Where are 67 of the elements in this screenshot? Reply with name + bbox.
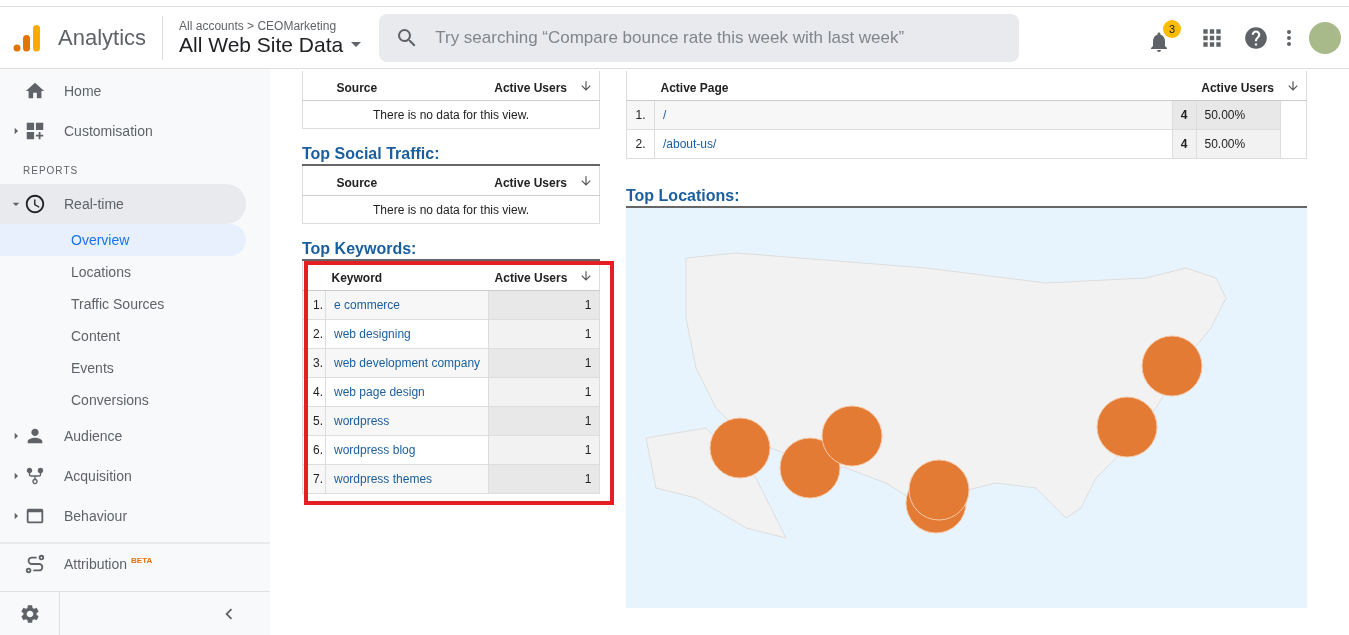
nav-item[interactable]: Audience [0, 416, 246, 456]
page-cell[interactable]: / [654, 100, 1172, 130]
column-header[interactable]: Active Users [423, 166, 573, 196]
dropdown-icon [351, 42, 362, 47]
keyword-cell[interactable]: wordpress blog [325, 435, 489, 465]
nav-subitem[interactable]: Locations [0, 256, 246, 288]
share-cell: 50.00% [1196, 100, 1280, 130]
property-selector[interactable]: All Web Site Data [179, 32, 362, 57]
settings-icon[interactable] [18, 602, 41, 625]
users-cell: 1 [488, 406, 600, 436]
nav-subitem[interactable]: Overview [0, 224, 246, 256]
users-cell: 1 [488, 290, 600, 320]
users-cell: 1 [488, 319, 600, 349]
keyword-cell[interactable]: wordpress [325, 406, 489, 436]
analytics-logo-icon [12, 22, 42, 53]
sort-arrow-icon[interactable] [579, 174, 593, 188]
nav-subitem[interactable]: Traffic Sources [0, 288, 246, 320]
route-icon [24, 553, 46, 575]
column-header[interactable]: Keyword [325, 261, 489, 291]
nav-item[interactable]: Real-time [0, 184, 246, 224]
panel-title: Top Keywords: [302, 240, 600, 261]
sort-arrow-icon[interactable] [1286, 79, 1300, 93]
column-header[interactable]: Source [330, 166, 424, 196]
share-cell: 50.00% [1196, 129, 1280, 159]
more-button[interactable] [1287, 29, 1291, 46]
column-header[interactable]: Active Users [1172, 71, 1280, 101]
users-cell: 1 [488, 377, 600, 407]
fork-icon [24, 465, 46, 487]
column-header[interactable]: Source [330, 71, 424, 101]
keyword-cell[interactable]: wordpress themes [325, 464, 489, 494]
sort-arrow-icon[interactable] [579, 79, 593, 93]
nav-subitem[interactable]: Events [0, 352, 246, 384]
help-icon [1243, 24, 1269, 51]
search-field[interactable]: Try searching “Compare bounce rate this week with last week” [435, 27, 1004, 48]
nav-item[interactable]: Attribution $^{BETA}$ [0, 544, 246, 584]
keyword-cell[interactable]: web development company [325, 348, 489, 378]
keyword-cell[interactable]: web designing [325, 319, 489, 349]
keyword-cell[interactable]: e commerce [325, 290, 489, 320]
nav-subitem[interactable]: Content [0, 320, 246, 352]
users-cell: 1 [488, 464, 600, 494]
column-header[interactable]: Active Users [488, 261, 574, 291]
section-label: REPORTS [22, 164, 80, 178]
account-breadcrumb[interactable]: All accounts > CEOMarketing [179, 18, 362, 33]
search-bar[interactable]: Try searching “Compare bounce rate this week with last week” [379, 13, 1020, 62]
rank-cell: 2. [626, 129, 655, 159]
users-cell: 1 [488, 348, 600, 378]
nav-subitem[interactable]: Conversions [0, 384, 246, 416]
nav-item[interactable]: Behaviour [0, 496, 246, 536]
page-cell[interactable]: /about-us/ [654, 129, 1172, 159]
nav-item[interactable]: Customisation [0, 111, 246, 151]
dashboard-icon [24, 120, 46, 142]
notifications-button[interactable]: 3 [1145, 19, 1181, 56]
empty-message: There is no data for this view. [302, 195, 600, 224]
column-header[interactable]: Active Page [654, 71, 1172, 101]
panel-title: Top Social Traffic: [302, 145, 600, 166]
nav-item[interactable]: Home [0, 71, 246, 111]
help-button[interactable] [1243, 24, 1269, 51]
more-icon [1287, 29, 1291, 46]
rank-cell: 1. [626, 100, 655, 130]
column-header[interactable]: Active Users [423, 71, 573, 101]
empty-message: There is no data for this view. [302, 100, 600, 129]
keyword-cell[interactable]: web page design [325, 377, 489, 407]
product-name: Analytics [58, 15, 164, 60]
clock-icon [24, 193, 46, 215]
users-cell: 1 [488, 435, 600, 465]
notification-count: 3 [1163, 19, 1181, 38]
nav-item[interactable]: Acquisition [0, 456, 246, 496]
